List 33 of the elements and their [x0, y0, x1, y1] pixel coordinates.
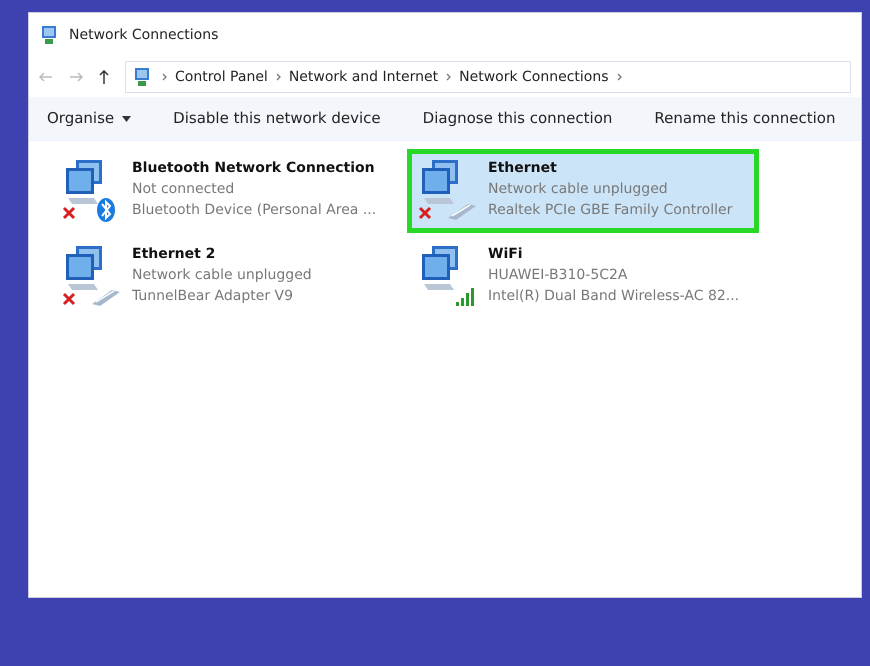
- back-arrow-icon[interactable]: [39, 72, 53, 82]
- connection-name: Ethernet: [488, 159, 558, 178]
- connection-status: Network cable unplugged: [132, 266, 312, 285]
- connection-name: Ethernet 2: [132, 245, 216, 264]
- chevron-icon: [616, 73, 622, 81]
- chevron-icon: [276, 73, 281, 81]
- device-name: Intel(R) Dual Band Wireless-AC 82...: [488, 287, 740, 306]
- connection-status: Network cable unplugged: [488, 180, 669, 199]
- toolbar-button[interactable]: Rename this connection: [654, 107, 836, 130]
- connection-status: Not connected: [132, 180, 236, 199]
- connection-item[interactable]: Ethernet 2 Network cable unplugged TunnelBear Adapter V9: [51, 235, 403, 319]
- connection-status: HUAWEI-B310-5C2A: [488, 266, 629, 285]
- device-name: TunnelBear Adapter V9: [132, 287, 294, 306]
- breadcrumb-link[interactable]: Network Connections: [459, 66, 609, 88]
- toolbar-button[interactable]: Organise: [47, 107, 132, 130]
- chevron-icon: [162, 73, 167, 81]
- window-title: Network Connections: [69, 26, 218, 44]
- connection-name: Bluetooth Network Connection: [132, 159, 376, 178]
- connection-name: WiFi: [488, 245, 524, 264]
- forward-arrow-icon[interactable]: [69, 72, 83, 82]
- connection-item[interactable]: Bluetooth Network Connection Not connected Bluetooth Device (Personal Area ...: [51, 149, 403, 233]
- connection-item[interactable]: WiFi HUAWEI-B310-5C2A Intel(R) Dual Band Wireless-AC 82...: [407, 235, 759, 319]
- toolbar-button[interactable]: Diagnose this connection: [422, 107, 612, 130]
- chevron-icon: [446, 73, 452, 81]
- device-name: Realtek PCIe GBE Family Controller: [488, 201, 732, 220]
- address-bar[interactable]: Control Panel Network and Internet Network Connections: [125, 61, 851, 93]
- toolbar-button[interactable]: Disable this network device: [173, 107, 381, 130]
- breadcrumb-link[interactable]: Control Panel: [175, 66, 268, 88]
- up-arrow-icon[interactable]: [99, 70, 109, 84]
- breadcrumb-link[interactable]: Network and Internet: [288, 66, 438, 88]
- caret-icon: [122, 116, 132, 122]
- device-name: Bluetooth Device (Personal Area ...: [132, 201, 376, 220]
- connection-item[interactable]: Ethernet Network cable unplugged Realtek PCIe GBE Family Controller: [407, 149, 759, 233]
